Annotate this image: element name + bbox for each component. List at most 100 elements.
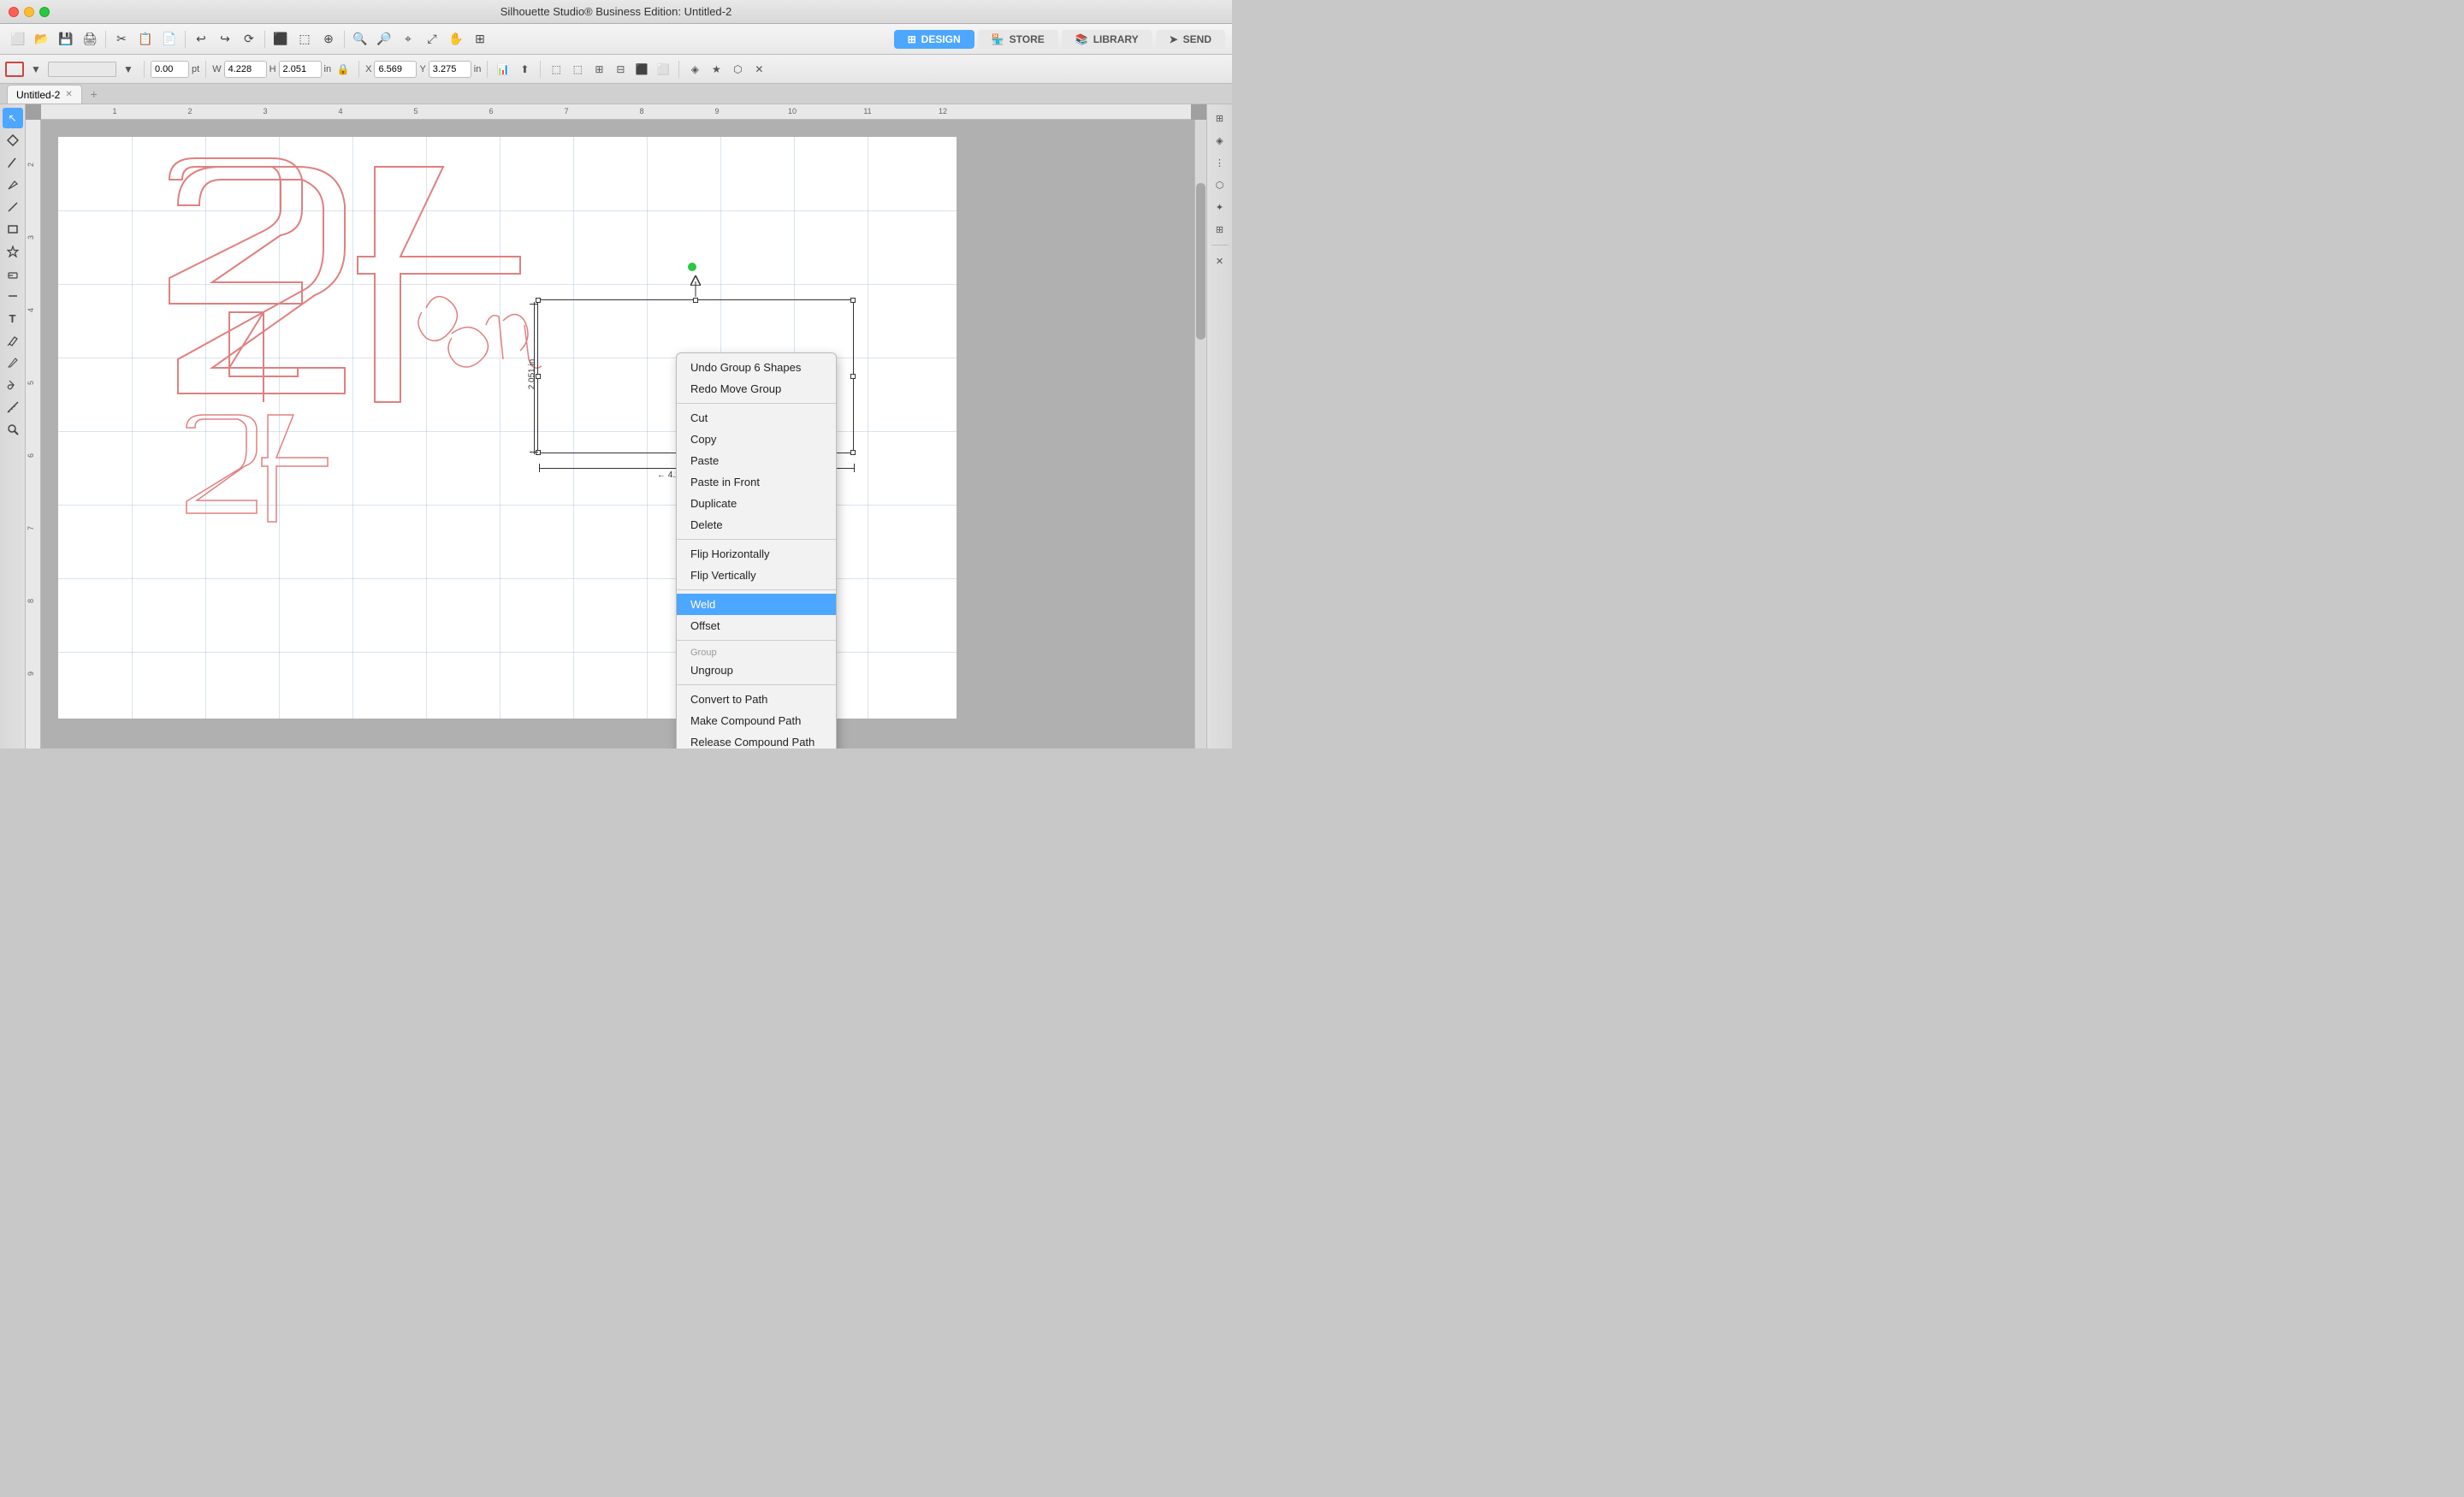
transform-button[interactable]: ⟳ bbox=[238, 29, 260, 50]
rpanel-close-button[interactable]: ✕ bbox=[1210, 251, 1230, 271]
line-style-preview[interactable] bbox=[48, 62, 116, 77]
tab-close-button[interactable]: ✕ bbox=[65, 90, 72, 99]
ctx-paste[interactable]: Paste bbox=[677, 450, 836, 471]
text-tool-button[interactable]: T bbox=[3, 308, 23, 328]
rpanel-star-button[interactable]: ✦ bbox=[1210, 197, 1230, 217]
paint-tool-button[interactable] bbox=[3, 375, 23, 395]
chart-button[interactable]: 📊 bbox=[494, 60, 512, 79]
eraser-tool-button[interactable] bbox=[3, 263, 23, 284]
ctx-redo[interactable]: Redo Move Group bbox=[677, 378, 836, 399]
style1-button[interactable]: ◈ bbox=[685, 60, 704, 79]
add-button[interactable]: ⊞ bbox=[469, 29, 491, 50]
ctx-make-compound[interactable]: Make Compound Path bbox=[677, 710, 836, 731]
width-input[interactable] bbox=[224, 61, 267, 78]
ctx-offset[interactable]: Offset bbox=[677, 615, 836, 636]
ctx-duplicate[interactable]: Duplicate bbox=[677, 493, 836, 514]
edit-text-tool-button[interactable] bbox=[3, 330, 23, 351]
rpanel-hex-button[interactable]: ⬡ bbox=[1210, 175, 1230, 195]
pen-tool-button[interactable] bbox=[3, 175, 23, 195]
close-panel-button[interactable]: ✕ bbox=[749, 60, 768, 79]
height-input[interactable] bbox=[279, 61, 322, 78]
copy-button[interactable]: 📋 bbox=[134, 29, 157, 50]
undo-button[interactable]: ↩ bbox=[190, 29, 212, 50]
back-button[interactable]: ⬜ bbox=[654, 60, 672, 79]
handle-mr[interactable] bbox=[850, 374, 856, 379]
tab-design[interactable]: ⊞ DESIGN bbox=[894, 30, 974, 49]
move-button[interactable]: ⤢ bbox=[421, 29, 443, 50]
knife-tool-button[interactable] bbox=[3, 352, 23, 373]
document-tab[interactable]: Untitled-2 ✕ bbox=[7, 85, 82, 104]
y-input[interactable] bbox=[429, 61, 471, 78]
ctx-flip-v[interactable]: Flip Vertically bbox=[677, 565, 836, 586]
rotation-handle[interactable] bbox=[690, 275, 701, 290]
tab-library[interactable]: 📚 LIBRARY bbox=[1062, 30, 1152, 49]
paste-button[interactable]: 📄 bbox=[158, 29, 181, 50]
tab-send[interactable]: ➤ SEND bbox=[1156, 30, 1225, 49]
rpanel-diamond-button[interactable]: ◈ bbox=[1210, 130, 1230, 151]
scrollbar-thumb[interactable] bbox=[1196, 183, 1205, 340]
add-tab-button[interactable]: + bbox=[86, 86, 103, 103]
close-window-button[interactable] bbox=[9, 7, 19, 17]
tab-store[interactable]: 🏪 STORE bbox=[978, 30, 1058, 49]
toolbar-separator bbox=[678, 61, 679, 78]
minimize-window-button[interactable] bbox=[24, 7, 34, 17]
ctx-undo[interactable]: Undo Group 6 Shapes bbox=[677, 357, 836, 378]
zoom-out-button[interactable]: 🔍 bbox=[349, 29, 371, 50]
ruler-tool-button[interactable] bbox=[3, 397, 23, 417]
redo-button[interactable]: ↪ bbox=[214, 29, 236, 50]
rotation-input[interactable] bbox=[151, 61, 189, 78]
handle-tl[interactable] bbox=[536, 298, 541, 303]
ctx-paste-front[interactable]: Paste in Front bbox=[677, 471, 836, 493]
align-button[interactable]: ⬆ bbox=[515, 60, 534, 79]
open-button[interactable]: 📂 bbox=[31, 29, 53, 50]
ctx-copy[interactable]: Copy bbox=[677, 429, 836, 450]
line-tool-button[interactable] bbox=[3, 197, 23, 217]
hand-button[interactable]: ✋ bbox=[445, 29, 467, 50]
front-button[interactable]: ⬛ bbox=[632, 60, 651, 79]
handle-tr[interactable] bbox=[850, 298, 856, 303]
flip-v-icon-button[interactable]: ⬚ bbox=[568, 60, 587, 79]
vertical-scrollbar[interactable] bbox=[1194, 120, 1206, 748]
ctx-convert-path[interactable]: Convert to Path bbox=[677, 689, 836, 710]
ctx-flip-h[interactable]: Flip Horizontally bbox=[677, 543, 836, 565]
handle-bl[interactable] bbox=[536, 450, 541, 455]
rect-tool-button[interactable] bbox=[3, 219, 23, 240]
select-all-button[interactable]: ⬛ bbox=[270, 29, 292, 50]
lock-aspect-button[interactable]: 🔒 bbox=[334, 60, 352, 79]
ctx-delete[interactable]: Delete bbox=[677, 514, 836, 535]
ungroup-button[interactable]: ⊟ bbox=[611, 60, 630, 79]
rpanel-grid-button[interactable]: ⊞ bbox=[1210, 108, 1230, 128]
new-button[interactable]: ⬜ bbox=[7, 29, 29, 50]
ctx-release-compound[interactable]: Release Compound Path bbox=[677, 731, 836, 748]
selection-mode-button[interactable]: ⊕ bbox=[317, 29, 340, 50]
ctx-ungroup[interactable]: Ungroup bbox=[677, 660, 836, 681]
cut-button[interactable]: ✂ bbox=[110, 29, 133, 50]
ctx-cut[interactable]: Cut bbox=[677, 407, 836, 429]
print-button[interactable]: 🖨 bbox=[79, 29, 101, 50]
pencil-tool-button[interactable] bbox=[3, 152, 23, 173]
stroke-dropdown[interactable]: ▼ bbox=[27, 60, 45, 79]
group-button[interactable]: ⊞ bbox=[589, 60, 608, 79]
fill-color-swatch[interactable] bbox=[5, 62, 24, 77]
style2-button[interactable]: ★ bbox=[707, 60, 726, 79]
line-dropdown[interactable]: ▼ bbox=[119, 60, 138, 79]
zoom-in-button[interactable]: 🔎 bbox=[373, 29, 395, 50]
maximize-window-button[interactable] bbox=[39, 7, 50, 17]
node-tool-button[interactable] bbox=[3, 130, 23, 151]
save-button[interactable]: 💾 bbox=[55, 29, 77, 50]
style3-button[interactable]: ⬡ bbox=[728, 60, 747, 79]
zoom-tool-button[interactable] bbox=[3, 419, 23, 440]
design-canvas[interactable]: 2.051 in ← 4.228 in → bbox=[41, 120, 1206, 748]
handle-br[interactable] bbox=[850, 450, 856, 455]
rpanel-more1-button[interactable]: ⋮ bbox=[1210, 152, 1230, 173]
flip-h-icon-button[interactable]: ⬚ bbox=[547, 60, 566, 79]
ctx-weld[interactable]: Weld bbox=[677, 594, 836, 615]
select-tool-button[interactable]: ↖ bbox=[3, 108, 23, 128]
measure-tool-button[interactable] bbox=[3, 286, 23, 306]
deselect-button[interactable]: ⬚ bbox=[293, 29, 316, 50]
x-input[interactable] bbox=[374, 61, 417, 78]
star-tool-button[interactable] bbox=[3, 241, 23, 262]
handle-tm[interactable] bbox=[693, 298, 698, 303]
zoom-fit-button[interactable]: ⌖ bbox=[397, 29, 419, 50]
rpanel-add-button[interactable]: ⊞ bbox=[1210, 219, 1230, 240]
